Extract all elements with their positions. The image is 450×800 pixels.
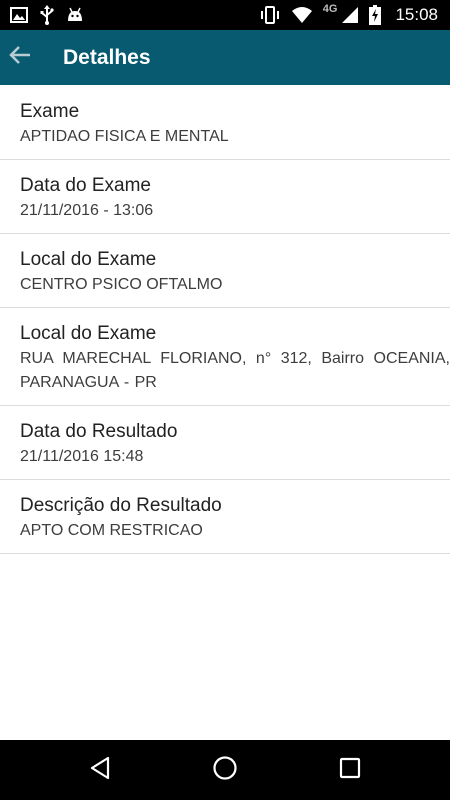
recents-square-icon: [339, 757, 361, 784]
back-triangle-icon: [89, 756, 111, 785]
status-bar: 4G 15:08: [0, 0, 450, 30]
detail-label: Data do Exame: [20, 175, 151, 196]
detail-label: Local do Exame: [20, 323, 157, 344]
detail-item-exame: Exame APTIDAO FISICA E MENTAL: [0, 86, 450, 160]
detail-item-descricao-resultado: Descrição do Resultado APTO COM RESTRICA…: [0, 480, 450, 554]
back-button[interactable]: [0, 30, 40, 85]
network-type-label: 4G: [322, 3, 338, 15]
page-title: Detalhes: [63, 45, 151, 69]
home-circle-icon: [212, 755, 238, 786]
detail-item-data-resultado: Data do Resultado 21/11/2016 15:48: [0, 406, 450, 480]
usb-icon: [40, 5, 54, 25]
android-icon: [66, 7, 84, 23]
detail-value: 21/11/2016 - 13:06: [20, 202, 154, 219]
detail-label: Data do Resultado: [20, 421, 178, 442]
nav-recents-button[interactable]: [315, 740, 385, 800]
app-bar: Detalhes: [0, 30, 450, 85]
detail-item-local-exame: Local do Exame CENTRO PSICO OFTALMO: [0, 234, 450, 308]
vibrate-icon: [259, 6, 281, 24]
image-icon: [10, 7, 28, 23]
detail-value: 21/11/2016 15:48: [20, 448, 144, 465]
detail-value: APTIDAO FISICA E MENTAL: [20, 128, 229, 145]
nav-home-button[interactable]: [190, 740, 260, 800]
detail-value: APTO COM RESTRICAO: [20, 522, 203, 539]
detail-label: Local do Exame: [20, 249, 157, 270]
detail-item-data-exame: Data do Exame 21/11/2016 - 13:06: [0, 160, 450, 234]
details-list: Exame APTIDAO FISICA E MENTAL Data do Ex…: [0, 86, 450, 554]
detail-label: Descrição do Resultado: [20, 495, 222, 516]
status-time: 15:08: [395, 5, 438, 24]
arrow-back-icon: [9, 45, 31, 70]
battery-charging-icon: [369, 5, 382, 25]
nav-back-button[interactable]: [65, 740, 135, 800]
wifi-icon: [291, 6, 313, 24]
detail-value: CENTRO PSICO OFTALMO: [20, 276, 223, 293]
signal-icon: [341, 6, 359, 24]
detail-label: Exame: [20, 101, 80, 122]
detail-item-endereco-exame: Local do Exame RUA MARECHAL FLORIANO, n°…: [0, 308, 450, 406]
navigation-bar: [0, 740, 450, 800]
detail-value: RUA MARECHAL FLORIANO, n° 312, Bairro OC…: [20, 350, 450, 391]
